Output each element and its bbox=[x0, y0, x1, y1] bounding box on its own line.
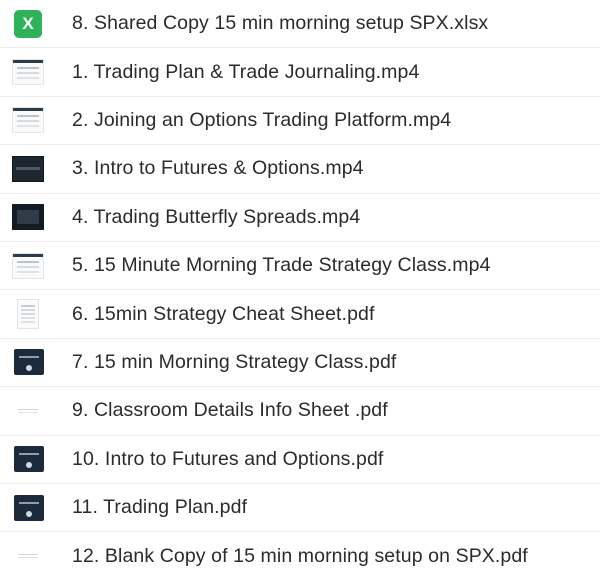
file-row[interactable]: 10. Intro to Futures and Options.pdf bbox=[0, 436, 600, 484]
thumbnail-header-bar bbox=[13, 108, 43, 112]
thumbnail-header-bar bbox=[13, 60, 43, 64]
thumbnail-logo-dot bbox=[26, 365, 32, 372]
video-thumbnail-icon bbox=[12, 252, 44, 279]
thumbnail-logo-dot bbox=[26, 462, 32, 469]
file-name[interactable]: 12. Blank Copy of 15 min morning setup o… bbox=[72, 545, 596, 568]
file-row[interactable]: 4. Trading Butterfly Spreads.mp4 bbox=[0, 194, 600, 242]
file-name[interactable]: 10. Intro to Futures and Options.pdf bbox=[72, 448, 596, 471]
file-row[interactable]: 5. 15 Minute Morning Trade Strategy Clas… bbox=[0, 242, 600, 291]
file-row[interactable]: 1. Trading Plan & Trade Journaling.mp4 bbox=[0, 48, 600, 97]
file-name[interactable]: 8. Shared Copy 15 min morning setup SPX.… bbox=[72, 12, 596, 35]
file-row[interactable]: 2. Joining an Options Trading Platform.m… bbox=[0, 97, 600, 146]
excel-icon: X bbox=[14, 9, 42, 38]
video-thumbnail-icon bbox=[12, 155, 44, 182]
file-name[interactable]: 3. Intro to Futures & Options.mp4 bbox=[72, 157, 596, 180]
file-name[interactable]: 9. Classroom Details Info Sheet .pdf bbox=[72, 399, 596, 422]
file-row[interactable]: 3. Intro to Futures & Options.mp4 bbox=[0, 145, 600, 194]
file-name[interactable]: 7. 15 min Morning Strategy Class.pdf bbox=[72, 351, 596, 374]
file-name[interactable]: 4. Trading Butterfly Spreads.mp4 bbox=[72, 206, 596, 229]
file-row[interactable]: 11. Trading Plan.pdf bbox=[0, 484, 600, 533]
file-name[interactable]: 1. Trading Plan & Trade Journaling.mp4 bbox=[72, 61, 596, 84]
pdf-thumbnail-icon bbox=[12, 397, 44, 424]
file-row[interactable]: 9. Classroom Details Info Sheet .pdf bbox=[0, 387, 600, 436]
pdf-thumbnail-icon bbox=[17, 299, 39, 330]
pdf-thumbnail-icon bbox=[14, 494, 44, 521]
file-row[interactable]: 6. 15min Strategy Cheat Sheet.pdf bbox=[0, 290, 600, 339]
file-name[interactable]: 5. 15 Minute Morning Trade Strategy Clas… bbox=[72, 254, 596, 277]
file-name[interactable]: 6. 15min Strategy Cheat Sheet.pdf bbox=[72, 303, 596, 326]
file-row[interactable]: 12. Blank Copy of 15 min morning setup o… bbox=[0, 532, 600, 580]
thumbnail-logo-dot bbox=[26, 510, 32, 517]
file-list: X 8. Shared Copy 15 min morning setup SP… bbox=[0, 0, 600, 580]
video-thumbnail-icon bbox=[12, 204, 44, 231]
file-name[interactable]: 11. Trading Plan.pdf bbox=[72, 496, 596, 519]
file-row[interactable]: X 8. Shared Copy 15 min morning setup SP… bbox=[0, 0, 600, 49]
file-name[interactable]: 2. Joining an Options Trading Platform.m… bbox=[72, 109, 596, 132]
pdf-thumbnail-icon bbox=[14, 349, 44, 376]
video-thumbnail-icon bbox=[12, 59, 44, 86]
pdf-thumbnail-icon bbox=[12, 543, 44, 570]
file-row[interactable]: 7. 15 min Morning Strategy Class.pdf bbox=[0, 339, 600, 388]
video-thumbnail-icon bbox=[12, 107, 44, 134]
thumbnail-header-bar bbox=[13, 253, 43, 257]
pdf-thumbnail-icon bbox=[14, 446, 44, 473]
